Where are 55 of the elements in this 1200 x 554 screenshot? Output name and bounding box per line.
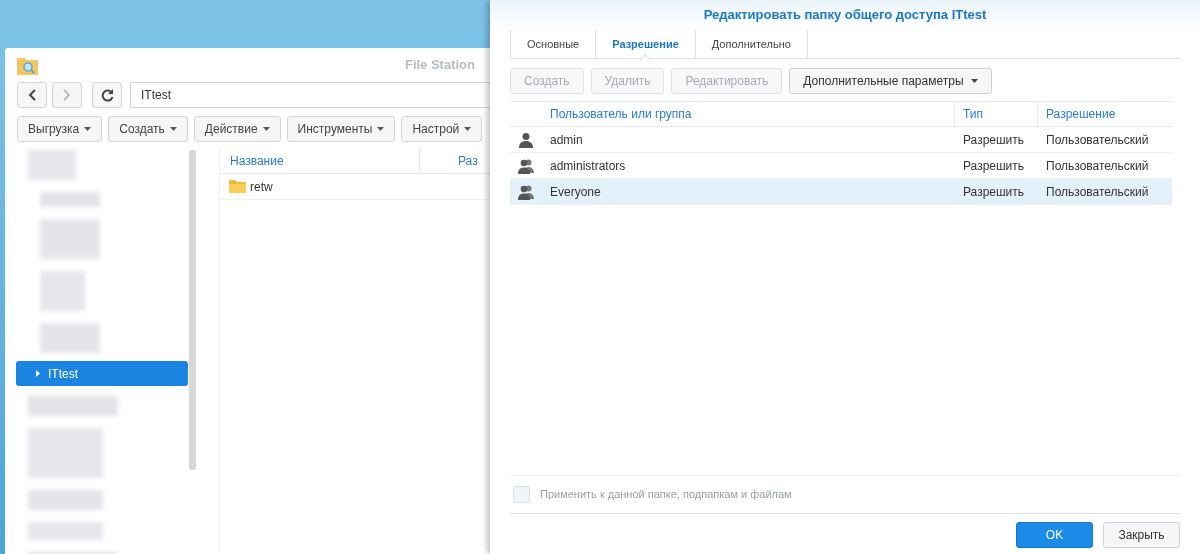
toolbar-button[interactable]: Настрой [401, 116, 483, 142]
caret-icon [169, 127, 177, 131]
caret-icon [84, 127, 92, 131]
caret-icon [262, 127, 270, 131]
toolbar-button[interactable]: Действие [193, 116, 281, 142]
column-header[interactable]: Пользователь или группа [542, 102, 955, 126]
folder-search-icon [17, 55, 38, 75]
refresh-icon [100, 88, 114, 102]
ok-button[interactable]: OK [1016, 522, 1093, 548]
tree-item[interactable]: ITtest [16, 361, 188, 386]
column-header[interactable]: Разрешение [1038, 102, 1172, 126]
folder-icon [229, 180, 246, 193]
caret-icon [377, 127, 385, 131]
caret-icon [970, 79, 978, 83]
toolbar-button[interactable]: Создать [108, 116, 188, 142]
toolbar-button[interactable]: Инструменты [286, 116, 396, 142]
window-title: File Station [404, 56, 475, 75]
table-cell-text: Пользовательский [1045, 183, 1150, 201]
table-cell-text: Пользовательский [1045, 131, 1150, 149]
table-cell-text: admin [549, 131, 584, 149]
redacted-item [40, 323, 100, 353]
caret-icon [464, 127, 472, 131]
close-button[interactable]: Закрыть [1103, 522, 1180, 548]
tab[interactable]: Основные [510, 30, 597, 59]
redacted-item [40, 219, 100, 259]
tab[interactable]: Дополнительно [695, 30, 808, 59]
forward-icon [63, 89, 71, 101]
table-row[interactable]: admin Разрешить Пользовательский [510, 127, 1172, 153]
back-icon [28, 89, 36, 101]
table-cell-text: Пользовательский [1045, 157, 1150, 175]
column-header[interactable]: Раз [420, 148, 478, 173]
address-field[interactable]: ITtest [130, 82, 490, 108]
refresh-button[interactable] [92, 82, 122, 108]
tab[interactable]: Разрешение [596, 30, 696, 59]
table-row[interactable]: Everyone Разрешить Пользовательский [510, 179, 1172, 205]
table-cell-text: Разрешить [962, 157, 1026, 175]
table-cell-text: Everyone [549, 183, 602, 201]
column-header[interactable]: Название [220, 148, 420, 173]
column-header[interactable]: Тип [955, 102, 1038, 126]
user-icon [518, 131, 534, 148]
dialog-title: Редактировать папку общего доступа ITtest [703, 6, 987, 25]
users-icon [518, 183, 534, 200]
redacted-item [40, 192, 100, 207]
checkbox-label: Применить к данной папке, подпапкам и файлам [540, 487, 792, 503]
table-cell-text: Разрешить [962, 131, 1026, 149]
forward-button[interactable] [52, 82, 82, 108]
scrollbar[interactable] [189, 150, 196, 470]
toolbar-button[interactable]: Выгрузка [17, 116, 103, 142]
table-cell-text: Разрешить [962, 183, 1026, 201]
toolbar-button[interactable]: Дополнительные параметры [789, 68, 992, 94]
file-name[interactable]: retw [250, 177, 273, 196]
table-cell-text: administrators [549, 157, 627, 175]
expand-arrow-icon [36, 370, 40, 377]
users-icon [518, 157, 534, 174]
back-button[interactable] [17, 82, 47, 108]
